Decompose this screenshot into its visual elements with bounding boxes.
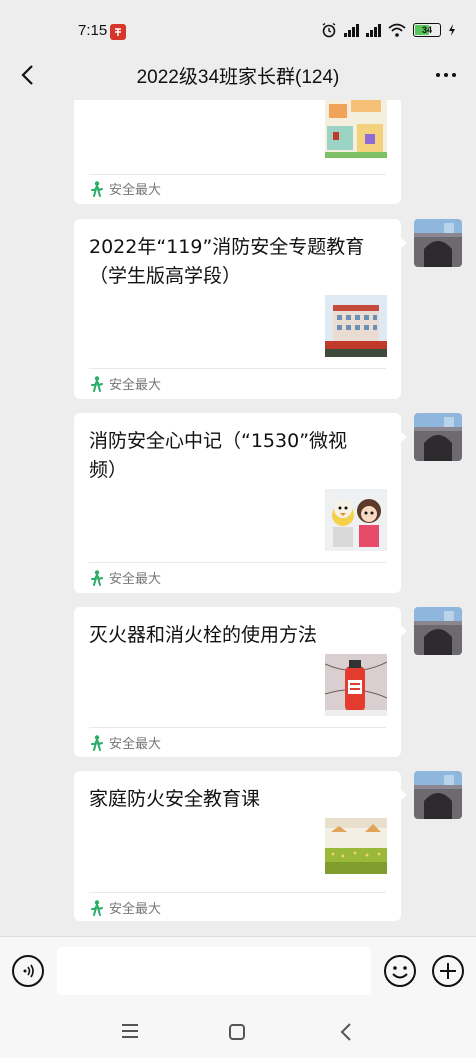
bubble-tail (400, 431, 407, 443)
avatar[interactable] (414, 607, 462, 655)
article-source-label: 安全最大 (109, 902, 162, 917)
article-thumbnail (325, 654, 387, 716)
article-title: 家庭防火安全教育课 (89, 788, 261, 810)
chat-title: 2022级34班家长群(124) (136, 66, 340, 88)
article-title: 灭火器和消火栓的使用方法 (89, 624, 318, 646)
bubble-tail (400, 625, 407, 637)
article-source: 安全最大 (90, 898, 161, 917)
status-time: 7:15 (78, 22, 108, 39)
person-walking-icon (91, 569, 103, 586)
article-card[interactable]: 2022年“119”消防安全专题教育（学生版高学段） 安全最大 (74, 219, 401, 399)
input-bar (0, 936, 476, 1004)
article-source-label: 安全最大 (109, 572, 162, 587)
chat-area[interactable]: 安全最大 2022年“119”消防安全专题教育（学生版高学段） 安全最大 消防安… (0, 100, 476, 936)
article-card[interactable]: 家庭防火安全教育课 安全最大 (74, 771, 401, 921)
status-bar: 7:15 34 (0, 0, 476, 50)
app-notification-icon (110, 24, 126, 40)
person-walking-icon (91, 180, 103, 197)
chat-header: 2022级34班家长群(124) (0, 50, 476, 100)
alarm-icon (322, 22, 336, 38)
article-card[interactable]: 灭火器和消火栓的使用方法 安全最大 (74, 607, 401, 757)
person-walking-icon (91, 375, 103, 392)
battery-level: 34 (421, 25, 432, 35)
article-thumbnail (325, 295, 387, 357)
avatar[interactable] (414, 771, 462, 819)
article-thumbnail (325, 489, 387, 551)
article-title: 2022年“119”消防安全专题教育（学生版高学段） (89, 236, 365, 287)
more-dots-icon[interactable] (428, 60, 464, 90)
signal-icon (344, 23, 359, 37)
article-source: 安全最大 (90, 179, 161, 198)
status-icons: 34 (321, 22, 456, 38)
system-nav-bar (0, 1004, 476, 1058)
home-icon[interactable] (229, 1024, 245, 1040)
article-card[interactable]: 安全最大 (74, 100, 401, 204)
card-divider (89, 892, 386, 893)
message-input[interactable] (57, 947, 371, 995)
bubble-tail (400, 789, 407, 801)
card-divider (89, 727, 386, 728)
avatar[interactable] (414, 219, 462, 267)
article-source: 安全最大 (90, 568, 161, 587)
person-walking-icon (91, 734, 103, 751)
card-divider (89, 174, 386, 175)
signal-icon-2 (366, 23, 381, 37)
article-source: 安全最大 (90, 374, 161, 393)
wifi-icon (388, 23, 406, 37)
plus-icon[interactable] (432, 955, 464, 987)
person-walking-icon (91, 899, 103, 916)
card-divider (89, 562, 386, 563)
article-source-label: 安全最大 (109, 378, 162, 393)
article-card[interactable]: 消防安全心中记（“1530”微视频） 安全最大 (74, 413, 401, 593)
article-title: 消防安全心中记（“1530”微视频） (89, 430, 348, 481)
avatar[interactable] (414, 413, 462, 461)
voice-icon[interactable] (12, 955, 44, 987)
emoji-icon[interactable] (384, 955, 416, 987)
nav-back-icon[interactable] (338, 1022, 354, 1042)
menu-icon[interactable] (120, 1022, 140, 1040)
card-divider (89, 368, 386, 369)
charging-icon (449, 24, 455, 36)
article-source: 安全最大 (90, 733, 161, 752)
article-source-label: 安全最大 (109, 183, 162, 198)
article-thumbnail (325, 100, 387, 158)
article-thumbnail (325, 818, 387, 880)
back-chevron-icon[interactable] (12, 60, 42, 90)
battery-icon: 34 (413, 23, 441, 37)
article-source-label: 安全最大 (109, 737, 162, 752)
bubble-tail (400, 237, 407, 249)
